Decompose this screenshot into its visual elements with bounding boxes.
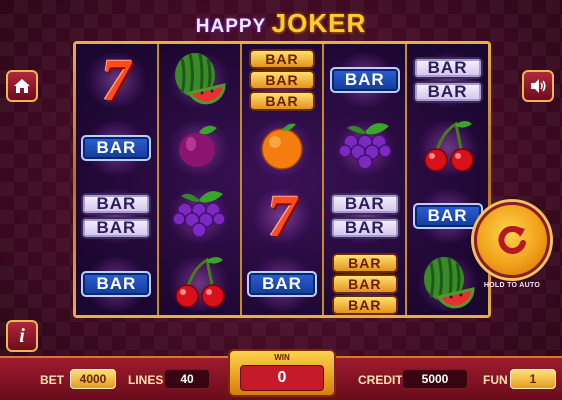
bet-label: BET bbox=[40, 373, 64, 387]
double-bar-symbol: BAR BAR bbox=[329, 193, 400, 239]
lines-value: 40 bbox=[164, 369, 210, 389]
bar-symbol: BAR bbox=[412, 203, 483, 229]
reels-frame: 7 BAR BAR BAR BAR BAR BAR BAR 7 BAR BAR BAR BAR BAR BA… bbox=[73, 41, 491, 318]
grapes-symbol bbox=[169, 186, 229, 247]
reels-area: 7 BAR BAR BAR BAR BAR BAR BAR 7 BAR BAR BAR BAR BAR BA… bbox=[76, 44, 488, 315]
reel-cell: BAR bbox=[324, 46, 405, 114]
grapes-symbol bbox=[335, 118, 395, 179]
reel-cell: BAR BAR BAR bbox=[242, 46, 323, 114]
reel-cell bbox=[159, 114, 240, 182]
home-icon bbox=[14, 79, 30, 93]
reel-1: 7 BAR BAR BAR BAR bbox=[76, 44, 159, 315]
bar-symbol: BAR bbox=[81, 135, 152, 161]
reel-cell: BAR bbox=[76, 114, 157, 182]
double-bar-symbol: BAR BAR bbox=[412, 57, 483, 103]
reel-cell bbox=[324, 114, 405, 182]
fun-value[interactable]: 1 bbox=[510, 369, 556, 389]
lines-label: LINES bbox=[128, 373, 164, 387]
reel-cell bbox=[159, 46, 240, 114]
watermelon-symbol bbox=[417, 253, 479, 316]
win-panel: WIN 0 bbox=[228, 349, 336, 397]
win-value: 0 bbox=[240, 365, 324, 391]
reel-5: BAR BAR BAR bbox=[407, 44, 488, 315]
reel-cell bbox=[159, 250, 240, 318]
home-button[interactable] bbox=[6, 70, 38, 102]
reel-cell: 7 bbox=[76, 46, 157, 114]
logo-happy: HAPPY bbox=[195, 16, 267, 37]
reel-cell: BAR BAR BAR bbox=[324, 250, 405, 318]
watermelon-symbol bbox=[168, 49, 230, 112]
sound-button[interactable] bbox=[522, 70, 554, 102]
win-label: WIN bbox=[274, 353, 290, 362]
reel-cell bbox=[242, 114, 323, 182]
double-bar-symbol: BAR BAR bbox=[81, 193, 152, 239]
reel-cell: BAR BAR bbox=[324, 182, 405, 250]
bar-symbol: BAR bbox=[81, 271, 152, 297]
reel-cell: BAR BAR bbox=[407, 46, 488, 114]
reel-cell: BAR bbox=[76, 250, 157, 318]
reel-cell bbox=[407, 114, 488, 182]
fun-label: FUN bbox=[483, 373, 508, 387]
reel-4: BAR BAR BAR BAR BAR BAR bbox=[324, 44, 408, 318]
spin-button[interactable] bbox=[474, 202, 550, 278]
reel-cell bbox=[159, 182, 240, 250]
bar-symbol: BAR bbox=[329, 67, 400, 93]
info-icon: i bbox=[19, 324, 25, 347]
reel-3: BAR BAR BAR 7 BAR bbox=[242, 44, 325, 315]
info-button[interactable]: i bbox=[6, 320, 38, 352]
plum-symbol bbox=[173, 120, 225, 177]
credit-label: CREDIT bbox=[358, 373, 403, 387]
reel-cell: 7 bbox=[242, 182, 323, 250]
triple-bar-symbol: BAR BAR BAR bbox=[248, 49, 315, 111]
reel-2 bbox=[159, 44, 242, 315]
cherries-symbol bbox=[418, 118, 478, 179]
orange-symbol bbox=[254, 118, 310, 179]
hold-to-auto-label: HOLD TO AUTO bbox=[483, 282, 541, 289]
refresh-icon bbox=[498, 225, 526, 254]
bar-symbol: BAR bbox=[246, 271, 317, 297]
logo-joker: JOKER bbox=[271, 8, 367, 38]
triple-bar-symbol: BAR BAR BAR bbox=[331, 253, 398, 315]
reel-cell: BAR bbox=[242, 250, 323, 318]
speaker-icon bbox=[531, 79, 546, 93]
reel-cell: BAR BAR bbox=[76, 182, 157, 250]
credit-value: 5000 bbox=[402, 369, 468, 389]
game-logo: HAPPY JOKER bbox=[0, 8, 562, 39]
bet-value[interactable]: 4000 bbox=[70, 369, 116, 389]
cherries-symbol bbox=[169, 254, 229, 315]
